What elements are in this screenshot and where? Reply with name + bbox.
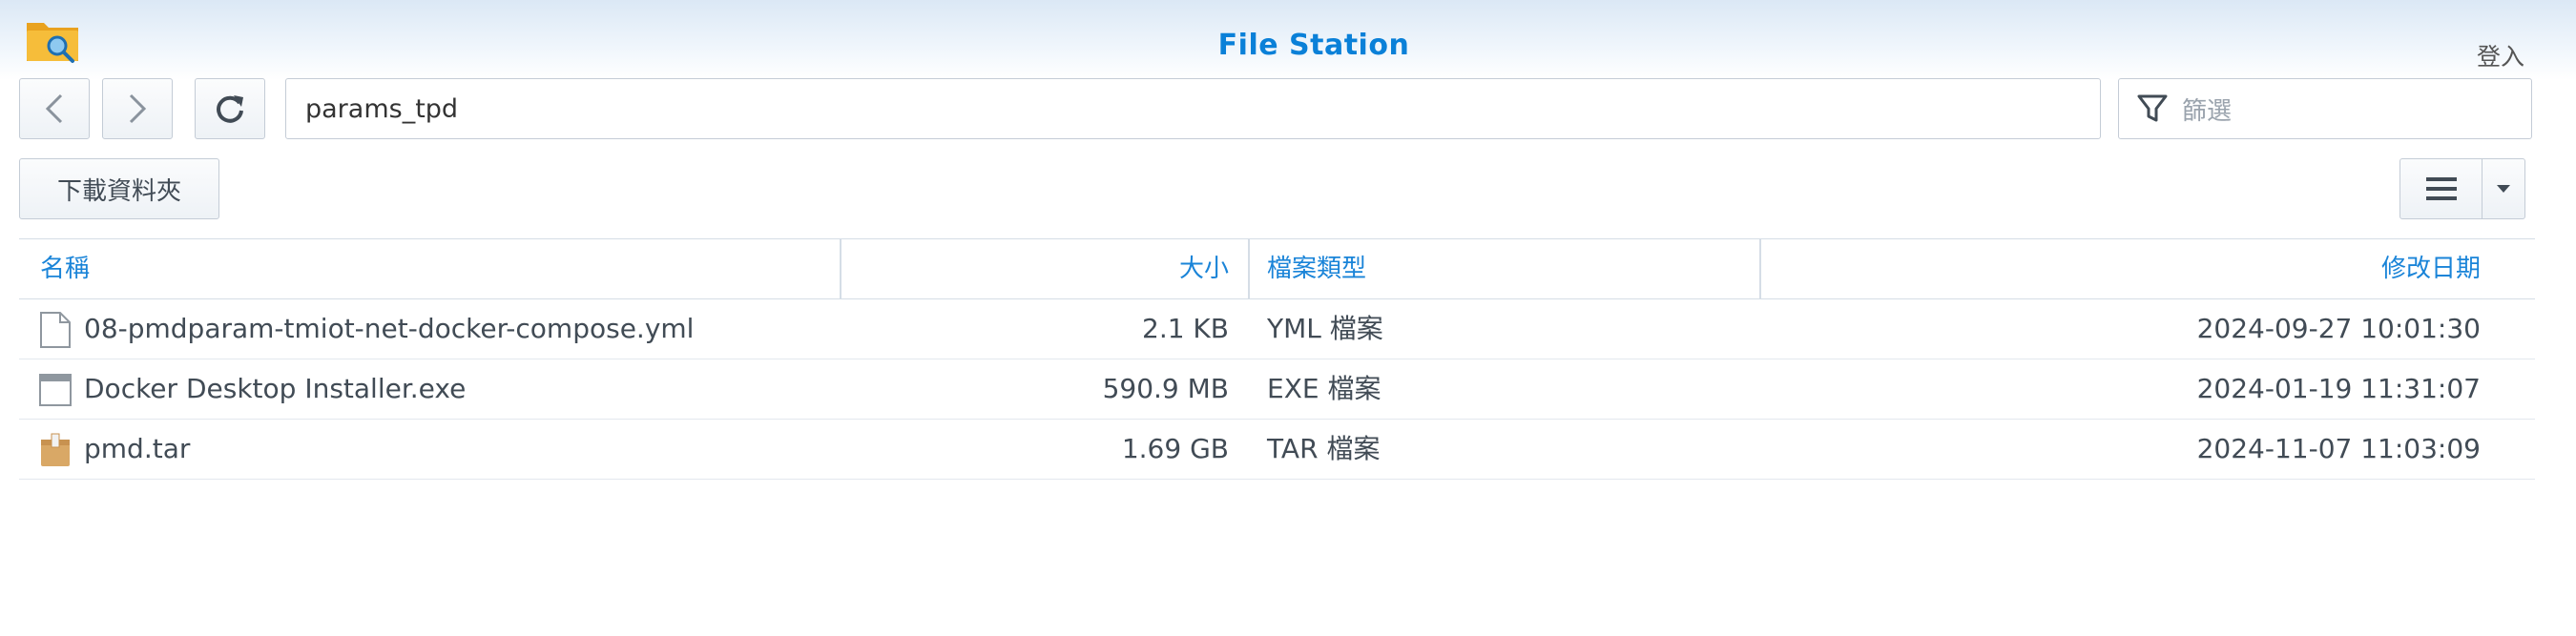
column-header-name[interactable]: 名稱	[40, 239, 90, 298]
file-name: Docker Desktop Installer.exe	[84, 373, 467, 404]
list-view-icon	[2426, 177, 2457, 200]
archive-box-icon	[41, 433, 70, 466]
file-type: YML 檔案	[1267, 313, 1383, 344]
filter-input[interactable]: 篩選	[2118, 78, 2532, 139]
column-divider[interactable]	[1759, 239, 1761, 298]
file-row[interactable]: 08-pmdparam-tmiot-net-docker-compose.yml…	[19, 299, 2535, 359]
refresh-icon	[217, 95, 243, 123]
file-list-header: 名稱 大小 檔案類型 修改日期	[19, 238, 2535, 299]
file-row[interactable]: pmd.tar 1.69 GB TAR 檔案 2024-11-07 11:03:…	[19, 420, 2535, 480]
column-header-modified[interactable]: 修改日期	[1832, 239, 2481, 298]
file-name: 08-pmdparam-tmiot-net-docker-compose.yml	[84, 313, 695, 344]
document-icon	[40, 312, 71, 348]
column-divider[interactable]	[1248, 239, 1250, 298]
filter-placeholder: 篩選	[2182, 96, 2233, 126]
file-size: 2.1 KB	[1142, 313, 1229, 344]
back-button[interactable]	[19, 78, 90, 139]
chevron-left-icon	[45, 93, 63, 124]
file-modified: 2024-09-27 10:01:30	[2196, 313, 2481, 344]
file-size: 1.69 GB	[1121, 433, 1229, 464]
file-modified: 2024-11-07 11:03:09	[2196, 433, 2481, 464]
column-header-size[interactable]: 大小	[973, 239, 1229, 298]
file-row[interactable]: Docker Desktop Installer.exe 590.9 MB EX…	[19, 359, 2535, 420]
view-mode-button[interactable]	[2399, 158, 2483, 219]
refresh-button[interactable]	[195, 78, 265, 139]
login-link[interactable]: 登入	[2477, 38, 2524, 72]
filter-funnel-icon	[2137, 94, 2168, 122]
view-mode-dropdown[interactable]	[2482, 158, 2525, 219]
file-modified: 2024-01-19 11:31:07	[2196, 373, 2481, 404]
caret-down-icon	[2497, 185, 2510, 193]
file-name: pmd.tar	[84, 433, 191, 464]
forward-button[interactable]	[102, 78, 173, 139]
column-header-type[interactable]: 檔案類型	[1267, 239, 1366, 298]
file-type: TAR 檔案	[1267, 433, 1381, 464]
executable-window-icon	[39, 374, 72, 406]
file-type: EXE 檔案	[1267, 373, 1381, 404]
file-station-window: File Station 登入 params_tpd 篩選 下載資料夾 名稱 大…	[0, 0, 2576, 636]
app-title: File Station	[1217, 29, 1410, 62]
column-divider[interactable]	[840, 239, 841, 298]
download-folder-button[interactable]: 下載資料夾	[19, 158, 219, 219]
chevron-right-icon	[129, 93, 147, 124]
path-input[interactable]: params_tpd	[285, 78, 2101, 139]
file-size: 590.9 MB	[1102, 373, 1229, 404]
